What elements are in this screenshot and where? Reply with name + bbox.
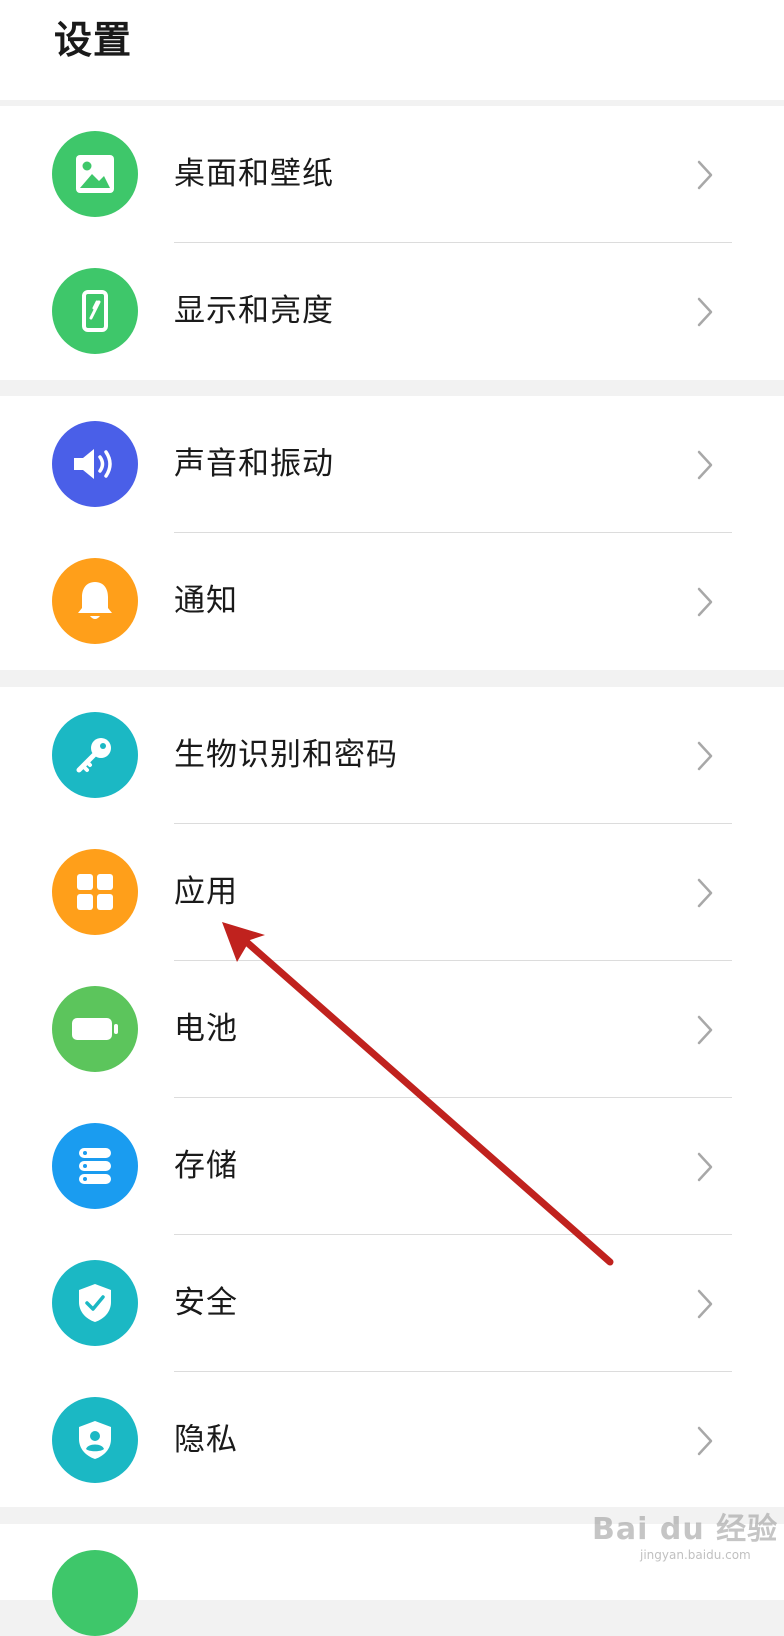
bell-icon: [52, 558, 138, 644]
settings-item-label: 声音和振动: [174, 446, 334, 482]
header: 设置: [0, 0, 784, 100]
settings-group-sound: 声音和振动 通知: [0, 396, 784, 670]
settings-item-display[interactable]: 显示和亮度: [0, 243, 784, 380]
watermark-logo: Bai du 经验: [592, 1512, 779, 1547]
sound-icon: [52, 421, 138, 507]
settings-item-privacy[interactable]: 隐私: [0, 1372, 784, 1509]
settings-item-wallpaper[interactable]: 桌面和壁纸: [0, 106, 784, 243]
chevron-right-icon: [697, 450, 713, 480]
watermark-url: jingyan.baidu.com: [640, 1548, 751, 1562]
settings-item-storage[interactable]: 存储: [0, 1098, 784, 1235]
chevron-right-icon: [697, 160, 713, 190]
page-title: 设置: [54, 18, 133, 62]
settings-item-apps[interactable]: 应用: [0, 824, 784, 961]
chevron-right-icon: [697, 1289, 713, 1319]
display-brightness-icon: [52, 268, 138, 354]
settings-item-label: 桌面和壁纸: [174, 156, 334, 192]
settings-item-label: 应用: [174, 874, 238, 910]
settings-group-display: 桌面和壁纸 显示和亮度: [0, 106, 784, 380]
storage-icon: [52, 1123, 138, 1209]
key-icon: [52, 712, 138, 798]
partial-item-icon[interactable]: [52, 1550, 138, 1636]
chevron-right-icon: [697, 878, 713, 908]
wallpaper-icon: [52, 131, 138, 217]
settings-item-sound[interactable]: 声音和振动: [0, 396, 784, 533]
privacy-icon: [52, 1397, 138, 1483]
settings-item-security[interactable]: 安全: [0, 1235, 784, 1372]
apps-grid-icon: [52, 849, 138, 935]
settings-item-label: 安全: [174, 1285, 238, 1321]
settings-item-notifications[interactable]: 通知: [0, 533, 784, 670]
shield-check-icon: [52, 1260, 138, 1346]
settings-item-biometrics[interactable]: 生物识别和密码: [0, 687, 784, 824]
chevron-right-icon: [697, 1152, 713, 1182]
settings-item-label: 通知: [174, 583, 238, 619]
chevron-right-icon: [697, 297, 713, 327]
settings-item-label: 存储: [174, 1148, 238, 1184]
battery-icon: [52, 986, 138, 1072]
chevron-right-icon: [697, 1015, 713, 1045]
chevron-right-icon: [697, 587, 713, 617]
chevron-right-icon: [697, 741, 713, 771]
settings-item-battery[interactable]: 电池: [0, 961, 784, 1098]
settings-item-label: 生物识别和密码: [174, 737, 398, 773]
chevron-right-icon: [697, 1426, 713, 1456]
settings-group-system: 生物识别和密码 应用 电池 存储 安全 隐私: [0, 687, 784, 1507]
settings-item-label: 隐私: [174, 1422, 238, 1458]
settings-item-label: 电池: [174, 1011, 238, 1047]
settings-item-label: 显示和亮度: [174, 293, 334, 329]
